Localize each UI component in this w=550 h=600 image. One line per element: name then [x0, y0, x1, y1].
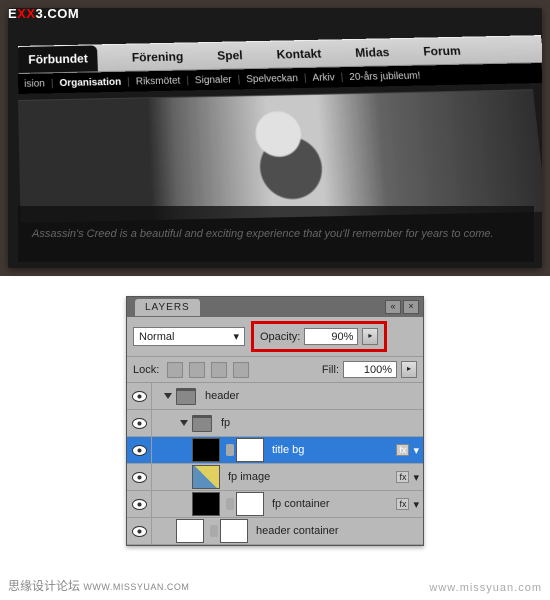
visibility-toggle[interactable] — [127, 491, 152, 517]
opacity-input[interactable]: 90% — [304, 328, 358, 345]
visibility-toggle[interactable] — [127, 383, 152, 409]
eye-icon — [132, 418, 147, 429]
eye-icon — [132, 445, 147, 456]
layer-thumb[interactable] — [176, 519, 204, 543]
nav-item[interactable]: Midas — [355, 45, 390, 60]
panel-titlebar: LAYERS « × — [127, 297, 423, 317]
subnav-item[interactable]: ision — [24, 78, 45, 89]
subnav-item[interactable]: Riksmötet — [136, 75, 181, 87]
fx-badge[interactable]: fx — [396, 471, 409, 483]
fill-label: Fill: — [322, 364, 339, 376]
visibility-toggle[interactable] — [127, 464, 152, 490]
visibility-toggle[interactable] — [127, 437, 152, 463]
layer-row[interactable]: title bg fx ▾ — [127, 437, 423, 464]
blend-mode-select[interactable]: Normal ▾ — [133, 327, 245, 346]
eye-icon — [132, 499, 147, 510]
layer-thumb[interactable] — [192, 438, 220, 462]
lock-all-icon[interactable] — [233, 362, 249, 378]
link-icon — [226, 444, 234, 456]
subnav-item[interactable]: Signaler — [195, 74, 232, 86]
watermark-bottom-left: 思缘设计论坛 WWW.MISSYUAN.COM — [8, 577, 189, 594]
panel-close-icon[interactable]: × — [403, 300, 419, 314]
lock-label: Lock: — [133, 364, 159, 376]
watermark-bottom-right: www.missyuan.com — [429, 582, 542, 594]
subnav-item[interactable]: Spelveckan — [246, 73, 298, 85]
opacity-arrow-icon[interactable]: ▸ — [362, 328, 378, 345]
nav-item[interactable]: Förening — [132, 50, 184, 65]
fill-input[interactable]: 100% — [343, 361, 397, 378]
mask-thumb[interactable] — [236, 492, 264, 516]
subnav-item[interactable]: Arkiv — [312, 72, 335, 83]
eye-icon — [132, 391, 147, 402]
fx-toggle-icon[interactable]: ▾ — [413, 471, 419, 484]
fx-toggle-icon[interactable]: ▾ — [413, 498, 419, 511]
opacity-label: Opacity: — [260, 331, 300, 343]
layer-label[interactable]: fp — [217, 417, 230, 429]
eye-icon — [132, 472, 147, 483]
link-icon — [226, 498, 234, 510]
visibility-toggle[interactable] — [127, 410, 152, 436]
lock-transparency-icon[interactable] — [167, 362, 183, 378]
subnav-item[interactable]: Organisation — [59, 76, 121, 88]
disclosure-triangle-icon[interactable] — [180, 420, 188, 426]
layer-label[interactable]: fp image — [224, 471, 270, 483]
layer-label[interactable]: header container — [252, 525, 339, 537]
disclosure-triangle-icon[interactable] — [164, 393, 172, 399]
nav-item[interactable]: Forum — [423, 44, 462, 59]
layer-row[interactable]: fp — [127, 410, 423, 437]
layer-row[interactable]: fp container fx ▾ — [127, 491, 423, 518]
lock-pixels-icon[interactable] — [189, 362, 205, 378]
layer-label[interactable]: header — [201, 390, 239, 402]
fx-badge[interactable]: fx — [396, 444, 409, 456]
layer-label[interactable]: title bg — [268, 444, 304, 456]
nav-item[interactable]: Spel — [217, 48, 243, 62]
hero-image — [18, 89, 542, 223]
folder-icon — [176, 388, 196, 405]
visibility-toggle[interactable] — [127, 518, 152, 544]
watermark-top: EXX3.COM — [8, 6, 79, 21]
browser-inner: Förbundet Förening Spel Kontakt Midas Fo… — [8, 8, 542, 268]
mask-thumb[interactable] — [236, 438, 264, 462]
chevron-down-icon: ▾ — [233, 330, 239, 343]
website-screenshot: EXX3.COM Förbundet Förening Spel Kontakt… — [0, 0, 550, 276]
layer-thumb[interactable] — [192, 492, 220, 516]
layers-panel: LAYERS « × Normal ▾ Opacity: 90% ▸ Lock:… — [126, 296, 424, 546]
layer-row[interactable]: fp image fx ▾ — [127, 464, 423, 491]
panel-tab[interactable]: LAYERS — [135, 299, 200, 316]
link-icon — [210, 525, 218, 537]
nav-item[interactable]: Förbundet — [18, 45, 98, 73]
lock-position-icon[interactable] — [211, 362, 227, 378]
lock-fill-row: Lock: Fill: 100% ▸ — [127, 357, 423, 383]
blend-opacity-row: Normal ▾ Opacity: 90% ▸ — [127, 317, 423, 357]
opacity-highlight: Opacity: 90% ▸ — [251, 321, 387, 352]
layer-row[interactable]: header — [127, 383, 423, 410]
panel-collapse-icon[interactable]: « — [385, 300, 401, 314]
quote-text: Assassin's Creed is a beautiful and exci… — [32, 228, 494, 240]
layer-row[interactable]: header container — [127, 518, 423, 545]
layer-thumb[interactable] — [192, 465, 220, 489]
folder-icon — [192, 415, 212, 432]
nav-item[interactable]: Kontakt — [276, 47, 322, 62]
mask-thumb[interactable] — [220, 519, 248, 543]
fx-badge[interactable]: fx — [396, 498, 409, 510]
subnav-item[interactable]: 20-års jubileum! — [349, 70, 421, 82]
layer-label[interactable]: fp container — [268, 498, 329, 510]
quote-bar: Assassin's Creed is a beautiful and exci… — [18, 206, 534, 262]
layer-tree: headerfptitle bgfx▾fp imagefx▾fp contain… — [127, 383, 423, 545]
fx-toggle-icon[interactable]: ▾ — [413, 444, 419, 457]
fill-arrow-icon[interactable]: ▸ — [401, 361, 417, 378]
eye-icon — [132, 526, 147, 537]
